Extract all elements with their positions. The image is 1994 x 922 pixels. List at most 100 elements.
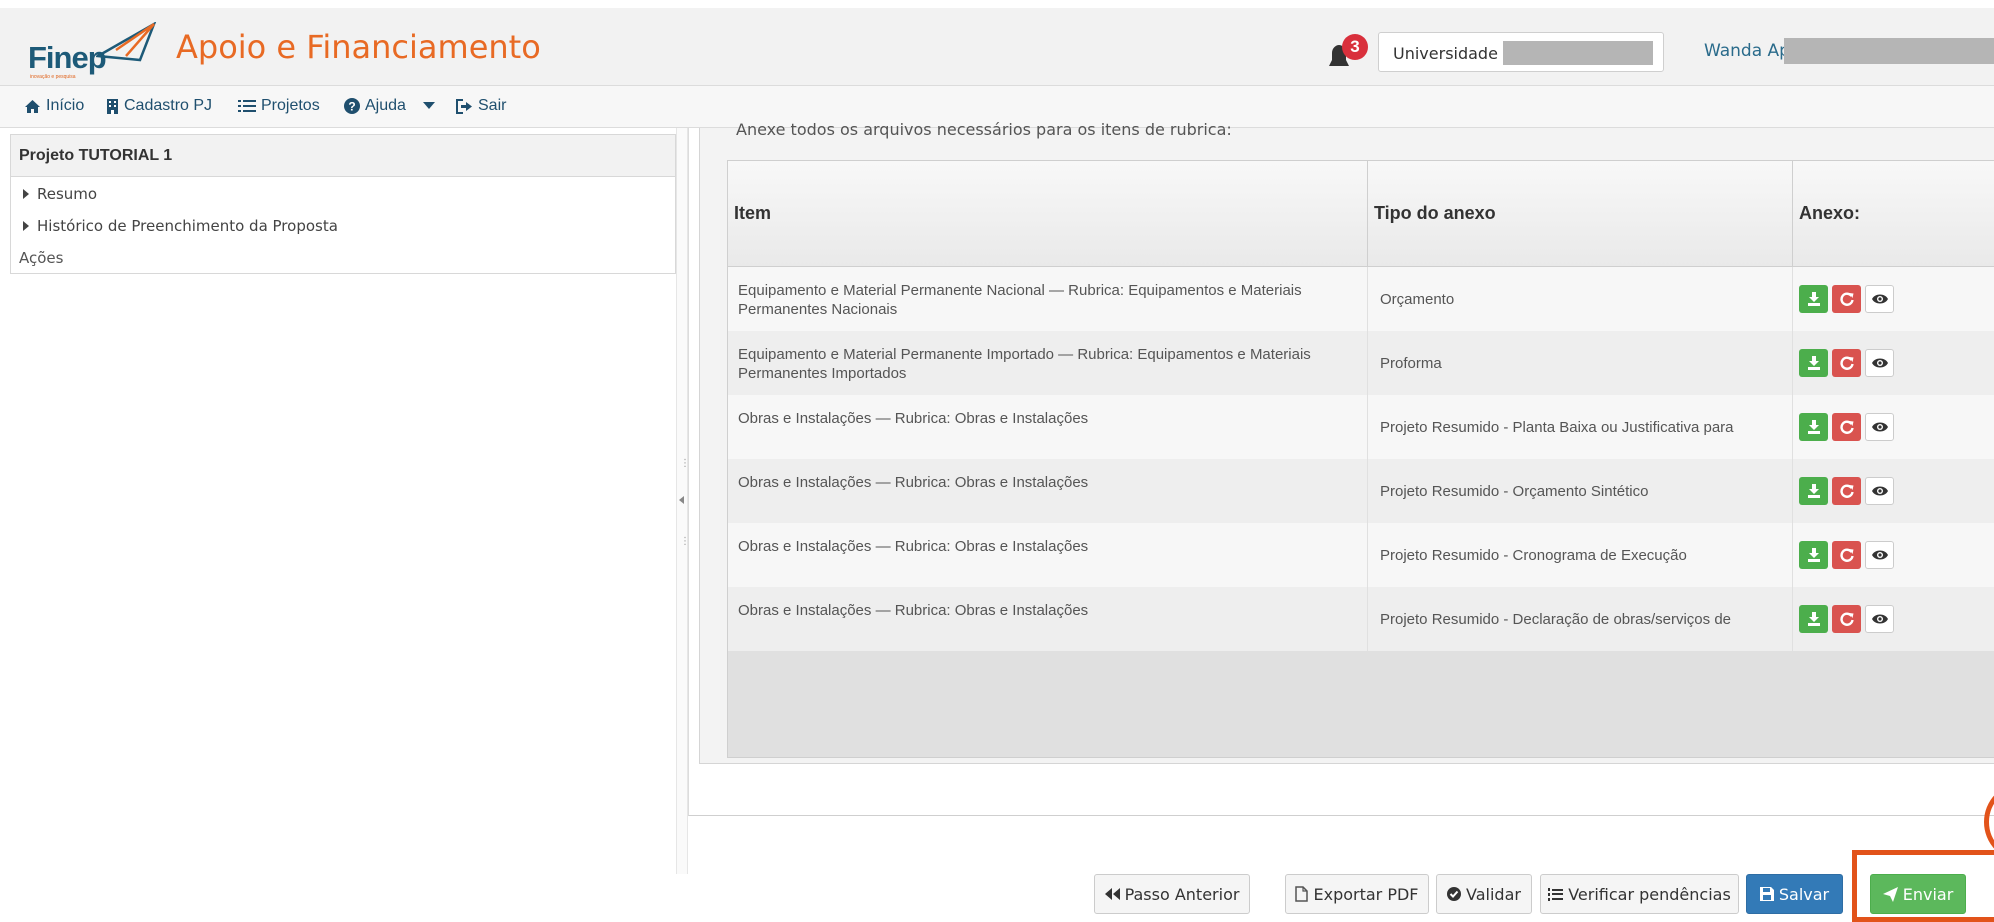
anexo-actions-cell bbox=[1793, 331, 1994, 395]
upload-button[interactable] bbox=[1799, 477, 1828, 505]
column-header-anexo[interactable]: Anexo: bbox=[1793, 161, 1994, 267]
building-icon bbox=[107, 98, 118, 114]
replace-button[interactable] bbox=[1832, 477, 1861, 505]
anexo-actions-cell bbox=[1793, 459, 1994, 523]
refresh-icon bbox=[1839, 612, 1854, 626]
download-icon bbox=[1807, 420, 1820, 434]
download-icon bbox=[1807, 548, 1820, 562]
send-highlight-annotation bbox=[1852, 850, 1994, 922]
view-button[interactable] bbox=[1865, 541, 1894, 569]
tree-item-label: Histórico de Preenchimento da Proposta bbox=[37, 217, 338, 235]
replace-button[interactable] bbox=[1832, 605, 1861, 633]
project-title: Projeto TUTORIAL 1 bbox=[11, 135, 675, 177]
export-pdf-button[interactable]: Exportar PDF bbox=[1285, 874, 1429, 914]
table-row: Obras e Instalações — Rubrica: Obras e I… bbox=[728, 523, 1994, 587]
user-name-link[interactable]: Wanda Ap bbox=[1704, 41, 1790, 61]
attachments-table: Item Tipo do anexo Anexo: Equipamento e … bbox=[727, 160, 1994, 758]
nav-label: Sair bbox=[478, 97, 507, 114]
item-cell: Obras e Instalações — Rubrica: Obras e I… bbox=[728, 587, 1368, 651]
notifications-button[interactable]: 3 bbox=[1324, 34, 1368, 70]
view-button[interactable] bbox=[1865, 285, 1894, 313]
nav-inicio[interactable]: Início bbox=[24, 97, 84, 115]
tipo-anexo-cell: Orçamento bbox=[1368, 267, 1793, 331]
column-header-tipo[interactable]: Tipo do anexo bbox=[1368, 161, 1793, 267]
upload-button[interactable] bbox=[1799, 541, 1828, 569]
download-icon bbox=[1807, 484, 1820, 498]
refresh-icon bbox=[1839, 548, 1854, 562]
eye-icon bbox=[1871, 294, 1888, 304]
anexo-actions-cell bbox=[1793, 523, 1994, 587]
caret-right-icon bbox=[23, 221, 29, 231]
attachments-section: Anexe todos os arquivos necessários para… bbox=[699, 120, 1994, 764]
view-button[interactable] bbox=[1865, 477, 1894, 505]
column-header-item[interactable]: Item bbox=[728, 161, 1368, 267]
refresh-icon bbox=[1839, 484, 1854, 498]
previous-step-button[interactable]: Passo Anterior bbox=[1094, 874, 1250, 914]
tree-item-resumo[interactable]: Resumo bbox=[23, 185, 97, 203]
panel-splitter[interactable]: ⋮ ⋮ bbox=[676, 128, 690, 874]
nav-sair[interactable]: Sair bbox=[456, 97, 506, 115]
table-row: Equipamento e Material Permanente Import… bbox=[728, 331, 1994, 395]
table-row: Obras e Instalações — Rubrica: Obras e I… bbox=[728, 587, 1994, 651]
anexo-actions-cell bbox=[1793, 267, 1994, 331]
replace-button[interactable] bbox=[1832, 413, 1861, 441]
refresh-icon bbox=[1839, 420, 1854, 434]
tipo-anexo-cell: Projeto Resumido - Declaração de obras/s… bbox=[1368, 587, 1793, 651]
redacted-block bbox=[1784, 38, 1994, 64]
caret-right-icon bbox=[23, 189, 29, 199]
nav-projetos[interactable]: Projetos bbox=[238, 97, 320, 115]
replace-button[interactable] bbox=[1832, 541, 1861, 569]
upload-button[interactable] bbox=[1799, 605, 1828, 633]
item-cell: Obras e Instalações — Rubrica: Obras e I… bbox=[728, 523, 1368, 587]
tipo-anexo-cell: Projeto Resumido - Orçamento Sintético bbox=[1368, 459, 1793, 523]
logo-tagline: inovação e pesquisa bbox=[30, 74, 76, 80]
download-icon bbox=[1807, 612, 1820, 626]
check-pending-button[interactable]: Verificar pendências bbox=[1540, 874, 1739, 914]
list-ol-icon bbox=[1548, 888, 1564, 901]
download-icon bbox=[1807, 356, 1820, 370]
home-icon bbox=[25, 99, 40, 113]
floppy-disk-icon bbox=[1759, 887, 1774, 901]
nav-cadastro-pj[interactable]: Cadastro PJ bbox=[106, 97, 212, 115]
button-label: Verificar pendências bbox=[1568, 884, 1731, 904]
replace-button[interactable] bbox=[1832, 285, 1861, 313]
nav-label: Projetos bbox=[261, 97, 320, 114]
view-button[interactable] bbox=[1865, 605, 1894, 633]
anexo-actions-cell bbox=[1793, 395, 1994, 459]
view-button[interactable] bbox=[1865, 413, 1894, 441]
app-title: Apoio e Financiamento bbox=[176, 28, 541, 66]
instruction-text: Anexe todos os arquivos necessários para… bbox=[736, 120, 1232, 139]
validate-button[interactable]: Validar bbox=[1436, 874, 1532, 914]
table-row: Obras e Instalações — Rubrica: Obras e I… bbox=[728, 459, 1994, 523]
button-label: Passo Anterior bbox=[1124, 884, 1240, 904]
app-header: Finep inovação e pesquisa Apoio e Financ… bbox=[0, 8, 1994, 86]
organization-selector[interactable]: Universidade c bbox=[1378, 32, 1664, 72]
upload-button[interactable] bbox=[1799, 285, 1828, 313]
tree-item-historico[interactable]: Histórico de Preenchimento da Proposta bbox=[23, 217, 338, 235]
caret-down-icon bbox=[422, 102, 435, 109]
view-button[interactable] bbox=[1865, 349, 1894, 377]
nav-label: Início bbox=[46, 97, 85, 114]
nav-ajuda[interactable]: ? Ajuda bbox=[344, 97, 435, 115]
tipo-anexo-cell: Proforma bbox=[1368, 331, 1793, 395]
actions-label[interactable]: Ações bbox=[19, 249, 63, 267]
replace-button[interactable] bbox=[1832, 349, 1861, 377]
eye-icon bbox=[1871, 422, 1888, 432]
upload-button[interactable] bbox=[1799, 349, 1828, 377]
organization-name: Universidade c bbox=[1393, 44, 1512, 63]
finep-logo[interactable]: Finep inovação e pesquisa bbox=[28, 22, 157, 80]
refresh-icon bbox=[1839, 292, 1854, 306]
nav-label: Ajuda bbox=[365, 97, 406, 114]
collapse-left-icon[interactable] bbox=[679, 496, 684, 504]
backward-icon bbox=[1104, 888, 1120, 900]
save-button[interactable]: Salvar bbox=[1746, 874, 1843, 914]
item-cell: Obras e Instalações — Rubrica: Obras e I… bbox=[728, 395, 1368, 459]
refresh-icon bbox=[1839, 356, 1854, 370]
tree-item-label: Resumo bbox=[37, 185, 98, 203]
redacted-block bbox=[1503, 41, 1653, 65]
upload-button[interactable] bbox=[1799, 413, 1828, 441]
list-icon bbox=[238, 100, 256, 112]
button-label: Validar bbox=[1466, 884, 1521, 904]
table-row: Equipamento e Material Permanente Nacion… bbox=[728, 267, 1994, 331]
anexo-actions-cell bbox=[1793, 587, 1994, 651]
